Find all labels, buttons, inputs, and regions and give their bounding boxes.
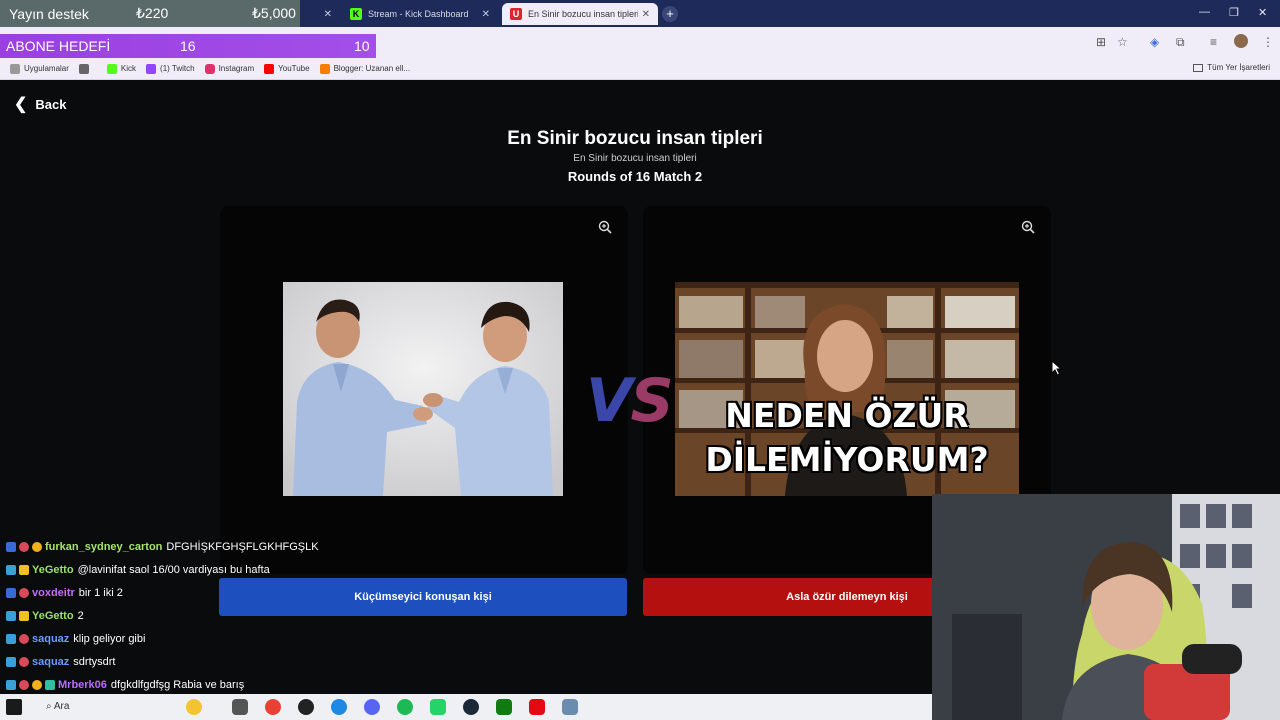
bookmark-grid[interactable] bbox=[78, 63, 93, 74]
tab-title: Stream - Kick Dashboard bbox=[368, 9, 469, 19]
donation-goal-overlay: Yayın destek ₺220 ₺5,000 bbox=[0, 0, 300, 27]
badge-icon bbox=[6, 657, 16, 667]
sub-goal-current: 16 bbox=[180, 38, 196, 54]
bookmark-blogger[interactable]: Blogger: Uzanan ell... bbox=[319, 63, 410, 74]
minimize-icon[interactable]: — bbox=[1199, 6, 1210, 18]
edge-icon[interactable] bbox=[331, 699, 347, 715]
bookmark-kick[interactable]: Kick bbox=[106, 63, 136, 74]
left-choice-button[interactable]: Küçümseyici konuşan kişi bbox=[219, 578, 627, 616]
badge-icon bbox=[19, 657, 29, 667]
badge-icon bbox=[32, 542, 42, 552]
copilot-icon[interactable] bbox=[186, 699, 202, 715]
chat-message: saquaz klip geliyor gibi bbox=[6, 633, 145, 645]
badge-icon bbox=[19, 611, 29, 621]
badge-icon bbox=[6, 588, 16, 598]
obs-icon[interactable] bbox=[298, 699, 314, 715]
close-tab-icon[interactable]: ✕ bbox=[642, 9, 650, 20]
settings-app-icon[interactable] bbox=[562, 699, 578, 715]
chat-message: furkan_sydney_carton DFGHİŞKFGHŞFLGKHFGŞ… bbox=[6, 541, 319, 553]
badge-icon bbox=[19, 634, 29, 644]
chat-message: YeGetto 2 bbox=[6, 610, 84, 622]
apps-grid-icon bbox=[10, 63, 20, 74]
kick-icon: K bbox=[350, 8, 362, 20]
twitch-icon bbox=[146, 63, 157, 74]
taskbar-search[interactable]: ⌕ Ara bbox=[46, 701, 69, 712]
badge-icon bbox=[6, 565, 16, 575]
page-title: En Sinir bozucu insan tipleri bbox=[507, 128, 763, 149]
task-view-icon[interactable] bbox=[232, 699, 248, 715]
instagram-icon bbox=[204, 63, 215, 74]
folder-icon bbox=[1193, 63, 1204, 72]
vs-label: VS bbox=[586, 366, 674, 436]
arguing-men-image bbox=[283, 282, 563, 496]
extension-icon[interactable]: ◈ bbox=[1150, 35, 1159, 49]
chat-message: YeGetto @lavinifat saol 16/00 vardiyası … bbox=[6, 564, 270, 576]
bookmarks-bar: Uygulamalar Kick (1) Twitch Instagram Yo… bbox=[0, 58, 1280, 80]
image-caption: NEDEN ÖZÜR DİLEMİYORUM? bbox=[705, 396, 989, 479]
steam-icon[interactable] bbox=[463, 699, 479, 715]
badge-icon bbox=[19, 542, 29, 552]
star-icon[interactable]: ☆ bbox=[1117, 35, 1128, 49]
bookshelf-woman-image: NEDEN ÖZÜR DİLEMİYORUM? bbox=[675, 282, 1019, 496]
zoom-in-icon[interactable] bbox=[1021, 220, 1035, 234]
profile-avatar[interactable] bbox=[1234, 34, 1248, 48]
left-choice-card[interactable] bbox=[220, 206, 628, 574]
badge-icon bbox=[19, 565, 29, 575]
translate-icon[interactable]: ⊞ bbox=[1096, 35, 1106, 49]
page-subtitle: En Sinir bozucu insan tipleri bbox=[573, 153, 697, 164]
round-label: Rounds of 16 Match 2 bbox=[567, 169, 703, 184]
chat-message: Mrberk06 dfgkdlfgdfşg Rabia ve barış bbox=[6, 679, 244, 691]
sub-goal-target: 10 bbox=[354, 38, 370, 54]
bookmark-twitch[interactable]: (1) Twitch bbox=[146, 63, 195, 74]
badge-icon bbox=[6, 542, 16, 552]
kick-icon bbox=[106, 63, 117, 74]
media-icon[interactable]: ≡ bbox=[1210, 35, 1217, 49]
badge-icon bbox=[45, 680, 55, 690]
browser-tab-kick-dashboard[interactable]: K Stream - Kick Dashboard ✕ bbox=[342, 3, 498, 25]
blogger-icon bbox=[319, 63, 330, 74]
badge-icon bbox=[6, 611, 16, 621]
whatsapp-icon[interactable] bbox=[430, 699, 446, 715]
mouse-cursor-icon bbox=[1051, 360, 1063, 376]
grid-icon bbox=[78, 63, 89, 74]
all-bookmarks[interactable]: Tüm Yer İşaretleri bbox=[1193, 63, 1270, 72]
browser-tab-active[interactable]: U En Sinir bozucu insan tipleri | U... ✕ bbox=[502, 3, 658, 25]
youtube-icon bbox=[264, 63, 275, 74]
start-icon[interactable] bbox=[6, 699, 22, 715]
new-tab-button[interactable]: + bbox=[662, 6, 678, 22]
tab-title: En Sinir bozucu insan tipleri | U... bbox=[528, 9, 638, 19]
webcam-overlay bbox=[932, 494, 1280, 720]
donation-goal: ₺5,000 bbox=[252, 5, 296, 21]
restore-icon[interactable]: ❐ bbox=[1229, 6, 1239, 19]
donation-current: ₺220 bbox=[136, 5, 169, 21]
discord-icon[interactable] bbox=[364, 699, 380, 715]
puzzle-icon[interactable]: ⧉ bbox=[1176, 35, 1185, 50]
zoom-in-icon[interactable] bbox=[598, 220, 612, 234]
badge-icon bbox=[19, 680, 29, 690]
taskbar: ⌕ Ara bbox=[0, 694, 932, 720]
menu-dots-icon[interactable]: ⋮ bbox=[1262, 35, 1274, 49]
close-tab-icon[interactable]: ✕ bbox=[324, 9, 332, 20]
close-window-icon[interactable]: ✕ bbox=[1258, 6, 1267, 19]
xbox-icon[interactable] bbox=[496, 699, 512, 715]
badge-icon bbox=[6, 680, 16, 690]
sub-goal-overlay: ABONE HEDEFİ 16 10 bbox=[0, 34, 376, 58]
bookmark-apps[interactable]: Uygulamalar bbox=[10, 63, 69, 74]
chevron-left-icon: ❮ bbox=[14, 96, 28, 113]
chat-message: voxdeitr bir 1 iki 2 bbox=[6, 587, 123, 599]
site-favicon-icon: U bbox=[510, 8, 522, 20]
bookmark-instagram[interactable]: Instagram bbox=[204, 63, 254, 74]
donation-label: Yayın destek bbox=[9, 5, 89, 22]
back-button[interactable]: ❮ Back bbox=[14, 94, 66, 114]
spotify-icon[interactable] bbox=[397, 699, 413, 715]
close-tab-icon[interactable]: ✕ bbox=[482, 9, 490, 20]
bookmark-youtube[interactable]: YouTube bbox=[264, 63, 310, 74]
badge-icon bbox=[32, 680, 42, 690]
chat-message: saquaz sdrtysdrt bbox=[6, 656, 115, 668]
netflix-icon[interactable] bbox=[529, 699, 545, 715]
chrome-icon[interactable] bbox=[265, 699, 281, 715]
sub-goal-label: ABONE HEDEFİ bbox=[6, 38, 111, 54]
badge-icon bbox=[6, 634, 16, 644]
badge-icon bbox=[19, 588, 29, 598]
